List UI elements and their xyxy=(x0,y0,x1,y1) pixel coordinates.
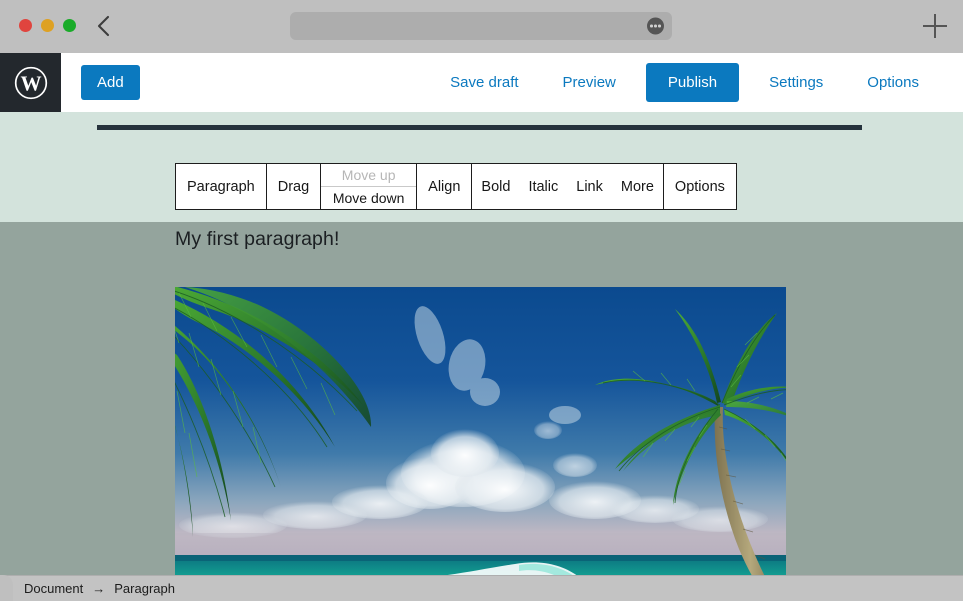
block-movers: Move up Move down xyxy=(321,164,418,209)
move-down-button[interactable]: Move down xyxy=(321,186,417,209)
close-window-button[interactable] xyxy=(19,19,32,32)
maximize-window-button[interactable] xyxy=(63,19,76,32)
window-corner-notch xyxy=(0,575,13,601)
bold-button[interactable]: Bold xyxy=(472,179,519,195)
align-button[interactable]: Align xyxy=(417,164,473,209)
traffic-lights xyxy=(19,19,76,32)
block-drag-handle[interactable]: Drag xyxy=(266,164,322,209)
block-type-button[interactable]: Paragraph xyxy=(176,164,267,209)
plus-icon[interactable] xyxy=(923,14,947,38)
move-up-button[interactable]: Move up xyxy=(321,164,417,187)
more-formats-button[interactable]: More xyxy=(612,179,663,195)
breadcrumb-paragraph[interactable]: Paragraph xyxy=(114,581,175,596)
block-options-button[interactable]: Options xyxy=(663,164,736,209)
wordpress-logo-icon[interactable]: W xyxy=(0,53,61,112)
status-bar: Document → Paragraph xyxy=(0,575,963,601)
separator-rule xyxy=(97,125,862,130)
preview-button[interactable]: Preview xyxy=(541,63,638,102)
svg-text:W: W xyxy=(20,71,41,95)
beach-image xyxy=(175,287,786,575)
link-button[interactable]: Link xyxy=(567,179,612,195)
wordpress-editor-header: W Add Save draft Preview Publish Setting… xyxy=(0,53,963,112)
back-button[interactable] xyxy=(93,13,117,39)
breadcrumb-separator-icon: → xyxy=(92,581,106,596)
paragraph-block[interactable]: My first paragraph! xyxy=(175,228,339,251)
settings-button[interactable]: Settings xyxy=(747,63,845,102)
ellipsis-icon[interactable] xyxy=(647,17,664,35)
add-block-button[interactable]: Add xyxy=(81,65,140,100)
browser-window: W Add Save draft Preview Publish Setting… xyxy=(0,0,963,601)
text-format-group: Bold Italic Link More xyxy=(472,164,664,209)
italic-button[interactable]: Italic xyxy=(519,179,567,195)
address-bar[interactable] xyxy=(290,12,672,40)
header-actions: Save draft Preview Publish Settings Opti… xyxy=(428,63,963,102)
save-draft-button[interactable]: Save draft xyxy=(428,63,540,102)
image-block[interactable] xyxy=(175,287,786,575)
breadcrumb-document[interactable]: Document xyxy=(24,581,83,596)
options-button[interactable]: Options xyxy=(845,63,941,102)
block-toolbar: Paragraph Drag Move up Move down Align B… xyxy=(175,163,737,210)
window-titlebar xyxy=(0,0,963,53)
minimize-window-button[interactable] xyxy=(41,19,54,32)
publish-button[interactable]: Publish xyxy=(645,63,740,102)
